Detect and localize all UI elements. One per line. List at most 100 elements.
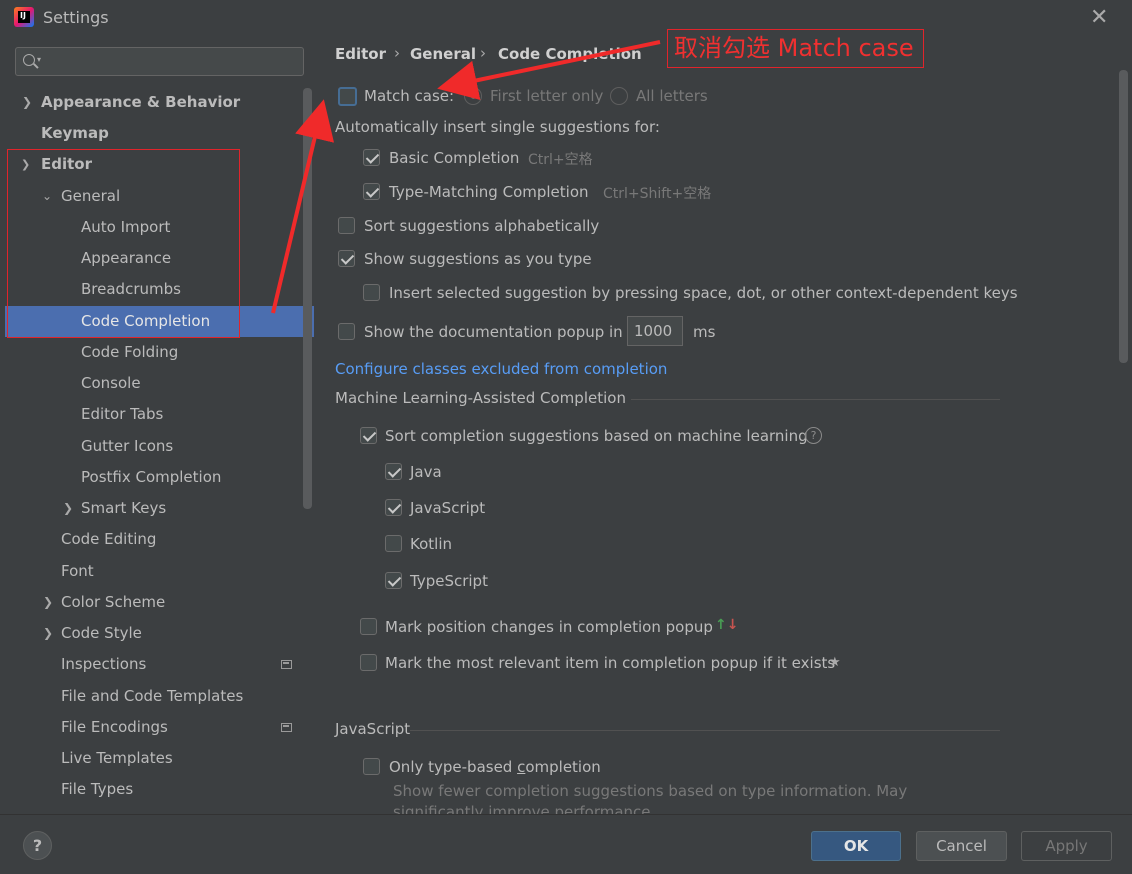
mark-position-label: Mark position changes in completion popu… — [385, 618, 713, 636]
search-dropdown-icon: ▾ — [37, 55, 42, 64]
ok-button[interactable]: OK — [811, 831, 901, 861]
search-icon — [23, 54, 35, 66]
show-as-type-checkbox[interactable] — [338, 250, 355, 267]
window-title: Settings — [43, 8, 109, 27]
apply-button[interactable]: Apply — [1021, 831, 1112, 861]
settings-sidebar: ▾ ❯ Appearance & Behavior Keymap ❯ Edito… — [5, 36, 314, 814]
type-matching-shortcut: Ctrl+Shift+空格 — [603, 186, 712, 202]
doc-popup-delay-input[interactable]: 1000 — [627, 316, 683, 346]
typescript-label: TypeScript — [410, 572, 488, 590]
doc-popup-label: Show the documentation popup in — [364, 323, 623, 341]
only-type-based-desc-2: significantly improve performance. — [393, 803, 656, 814]
close-icon[interactable]: ✕ — [1090, 5, 1108, 30]
insert-selected-checkbox[interactable] — [363, 284, 380, 301]
annotation-callout: 取消勾选 Match case — [667, 29, 924, 68]
only-type-based-checkbox[interactable] — [363, 758, 380, 775]
settings-content: Editor › General › Code Completion Match… — [314, 36, 1132, 814]
sidebar-item-font[interactable]: Font — [5, 556, 305, 587]
sidebar-item-postfix-completion[interactable]: Postfix Completion — [5, 462, 305, 493]
auto-insert-label: Automatically insert single suggestions … — [335, 118, 660, 136]
ml-section-divider — [631, 399, 1000, 400]
java-label: Java — [410, 463, 442, 481]
mark-relevant-label: Mark the most relevant item in completio… — [385, 654, 836, 672]
js-section-divider — [410, 730, 1000, 731]
java-checkbox[interactable] — [385, 463, 402, 480]
sidebar-item-file-encodings[interactable]: File Encodings — [5, 712, 305, 743]
chevron-down-icon: ⌄ — [42, 189, 53, 203]
sidebar-scrollbar[interactable] — [303, 88, 312, 509]
cancel-button[interactable]: Cancel — [916, 831, 1007, 861]
star-icon: ★ — [829, 655, 841, 670]
dialog-footer: ? OK Cancel Apply — [0, 814, 1132, 874]
doc-popup-checkbox[interactable] — [338, 323, 355, 340]
match-case-label: Match case: — [364, 87, 455, 105]
ml-sort-checkbox[interactable] — [360, 427, 377, 444]
help-button[interactable]: ? — [23, 831, 52, 860]
chevron-right-icon: ❯ — [22, 95, 33, 109]
breadcrumb-general[interactable]: General — [410, 45, 476, 63]
chevron-right-icon: ❯ — [63, 501, 74, 515]
sidebar-item-keymap[interactable]: Keymap — [5, 118, 305, 149]
content-scrollbar[interactable] — [1119, 70, 1128, 363]
breadcrumb-separator: › — [480, 44, 486, 62]
breadcrumb-separator: › — [394, 44, 400, 62]
sidebar-item-code-style[interactable]: ❯ Code Style — [5, 618, 305, 649]
kotlin-label: Kotlin — [410, 535, 452, 553]
configure-excluded-link[interactable]: Configure classes excluded from completi… — [335, 360, 667, 378]
sidebar-item-breadcrumbs[interactable]: Breadcrumbs — [5, 274, 305, 305]
search-input[interactable]: ▾ — [15, 47, 304, 76]
sidebar-item-code-folding[interactable]: Code Folding — [5, 337, 305, 368]
javascript-label: JavaScript — [410, 499, 486, 517]
ml-sort-label: Sort completion suggestions based on mac… — [385, 427, 808, 445]
intellij-app-icon: IJ — [14, 7, 34, 27]
sidebar-item-general[interactable]: ⌄ General — [5, 181, 305, 212]
mark-position-checkbox[interactable] — [360, 618, 377, 635]
sidebar-item-console[interactable]: Console — [5, 368, 305, 399]
project-scope-icon — [281, 723, 292, 732]
javascript-checkbox[interactable] — [385, 499, 402, 516]
sidebar-item-gutter-icons[interactable]: Gutter Icons — [5, 431, 305, 462]
sidebar-item-appearance[interactable]: Appearance — [5, 243, 305, 274]
chevron-right-icon: ❯ — [43, 626, 54, 640]
title-bar: IJ Settings ✕ — [0, 0, 1132, 36]
typescript-checkbox[interactable] — [385, 572, 402, 589]
sidebar-item-appearance-behavior[interactable]: ❯ Appearance & Behavior — [5, 87, 305, 118]
first-letter-radio[interactable] — [464, 87, 482, 105]
basic-completion-shortcut: Ctrl+空格 — [528, 152, 593, 168]
only-type-based-desc: Show fewer completion suggestions based … — [393, 782, 908, 800]
sidebar-item-auto-import[interactable]: Auto Import — [5, 212, 305, 243]
type-matching-label: Type-Matching Completion — [389, 183, 589, 201]
sidebar-item-inspections[interactable]: Inspections — [5, 649, 305, 680]
help-circle-icon[interactable]: ? — [805, 427, 822, 444]
first-letter-label: First letter only — [490, 87, 604, 105]
show-as-type-label: Show suggestions as you type — [364, 250, 592, 268]
breadcrumb-code-completion: Code Completion — [498, 45, 642, 63]
sidebar-item-editor-tabs[interactable]: Editor Tabs — [5, 399, 305, 430]
basic-completion-label: Basic Completion — [389, 149, 520, 167]
type-matching-checkbox[interactable] — [363, 183, 380, 200]
js-section-title: JavaScript — [335, 720, 411, 738]
sidebar-item-smart-keys[interactable]: ❯ Smart Keys — [5, 493, 305, 524]
sort-alpha-label: Sort suggestions alphabetically — [364, 217, 600, 235]
chevron-down-icon: ❯ — [21, 158, 31, 171]
sidebar-item-file-types[interactable]: File Types — [5, 774, 305, 805]
doc-popup-unit: ms — [693, 323, 716, 341]
kotlin-checkbox[interactable] — [385, 535, 402, 552]
insert-selected-label: Insert selected suggestion by pressing s… — [389, 284, 1018, 302]
sidebar-item-file-code-templates[interactable]: File and Code Templates — [5, 681, 305, 712]
all-letters-radio[interactable] — [610, 87, 628, 105]
basic-completion-checkbox[interactable] — [363, 149, 380, 166]
sidebar-item-code-completion[interactable]: Code Completion — [5, 306, 314, 337]
position-change-arrows-icon: ↑↓ — [715, 617, 739, 633]
sort-alpha-checkbox[interactable] — [338, 217, 355, 234]
sidebar-item-code-editing[interactable]: Code Editing — [5, 524, 305, 555]
chevron-right-icon: ❯ — [43, 595, 54, 609]
match-case-checkbox[interactable] — [338, 87, 357, 106]
mark-relevant-checkbox[interactable] — [360, 654, 377, 671]
sidebar-item-editor[interactable]: ❯ Editor — [5, 149, 305, 180]
only-type-based-label: Only type-based completion — [389, 758, 601, 776]
project-scope-icon — [281, 660, 292, 669]
breadcrumb-editor[interactable]: Editor — [335, 45, 386, 63]
sidebar-item-live-templates[interactable]: Live Templates — [5, 743, 305, 774]
sidebar-item-color-scheme[interactable]: ❯ Color Scheme — [5, 587, 305, 618]
